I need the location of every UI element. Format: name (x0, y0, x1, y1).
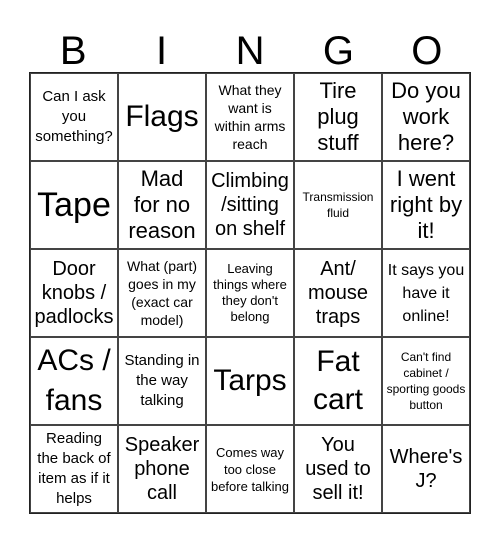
bingo-cell[interactable]: Speaker phone call (118, 425, 206, 513)
bingo-cell[interactable]: You used to sell it! (294, 425, 382, 513)
bingo-cell[interactable]: What (part) goes in my (exact car model) (118, 249, 206, 337)
bingo-cell[interactable]: ACs / fans (30, 337, 118, 425)
bingo-cell[interactable]: It says you have it online! (382, 249, 470, 337)
cell-text: ACs / fans (37, 344, 111, 417)
cell-text: Flags (125, 100, 199, 133)
header-letter-b: B (59, 29, 87, 73)
bingo-cell[interactable]: Tire plug stuff (294, 73, 382, 161)
bingo-cell[interactable]: Leaving things where they don't belong (206, 249, 294, 337)
bingo-cell[interactable]: Flags (118, 73, 206, 161)
cell-text: Do you work here? (391, 78, 461, 155)
header-letter-o: O (411, 29, 443, 73)
cell-text: Can I ask you something? (35, 88, 113, 145)
bingo-cell[interactable]: Door knobs / padlocks (30, 249, 118, 337)
bingo-cell[interactable]: Can I ask you something? (30, 73, 118, 161)
cell-text: Comes way too close before talking (210, 444, 290, 494)
cell-text: Reading the back of item as if it helps (37, 430, 111, 507)
cell-text: Climbing /sitting on shelf (211, 170, 289, 240)
header-letter-g: G (322, 29, 354, 73)
cell-text: You used to sell it! (305, 434, 371, 504)
cell-text: Can't find cabinet / sporting goods butt… (386, 350, 466, 412)
cell-text: What (part) goes in my (exact car model) (126, 258, 197, 328)
bingo-cell[interactable]: Fat cart (294, 337, 382, 425)
cell-text: What they want is within arms reach (214, 82, 286, 152)
bingo-cell[interactable]: Standing in the way talking (118, 337, 206, 425)
bingo-cell[interactable]: Tape (30, 161, 118, 249)
bingo-grid: Can I ask you something? Flags What they… (29, 72, 471, 514)
header-letter-i: I (156, 29, 168, 73)
cell-text: Door knobs / padlocks (34, 258, 114, 328)
bingo-cell[interactable]: Transmission fluid (294, 161, 382, 249)
cell-text: Ant/ mouse traps (307, 258, 369, 328)
bingo-cell[interactable]: What they want is within arms reach (206, 73, 294, 161)
cell-text: I went right by it! (389, 166, 463, 243)
cell-text: Tire plug stuff (317, 78, 359, 155)
cell-text: Transmission fluid (302, 190, 374, 220)
bingo-cell[interactable]: Reading the back of item as if it helps (30, 425, 118, 513)
cell-text: Tarps (213, 364, 287, 397)
bingo-cell[interactable]: Do you work here? (382, 73, 470, 161)
bingo-cell[interactable]: I went right by it! (382, 161, 470, 249)
bingo-cell[interactable]: Tarps (206, 337, 294, 425)
bingo-cell[interactable]: Comes way too close before talking (206, 425, 294, 513)
bingo-cell[interactable]: Climbing /sitting on shelf (206, 161, 294, 249)
bingo-header: B I N G O (29, 30, 471, 72)
cell-text: Speaker phone call (124, 434, 200, 504)
bingo-cell[interactable]: Mad for no reason (118, 161, 206, 249)
bingo-cell[interactable]: Ant/ mouse traps (294, 249, 382, 337)
cell-text: Fat cart (312, 345, 363, 416)
bingo-cell[interactable]: Can't find cabinet / sporting goods butt… (382, 337, 470, 425)
cell-text: Tape (37, 186, 111, 224)
cell-text: It says you have it online! (387, 261, 465, 325)
header-letter-n: N (235, 29, 265, 73)
cell-text: Where's J? (389, 446, 463, 492)
cell-text: Leaving things where they don't belong (213, 261, 287, 324)
cell-text: Standing in the way talking (124, 352, 200, 409)
bingo-cell[interactable]: Where's J? (382, 425, 470, 513)
cell-text: Mad for no reason (128, 166, 196, 243)
